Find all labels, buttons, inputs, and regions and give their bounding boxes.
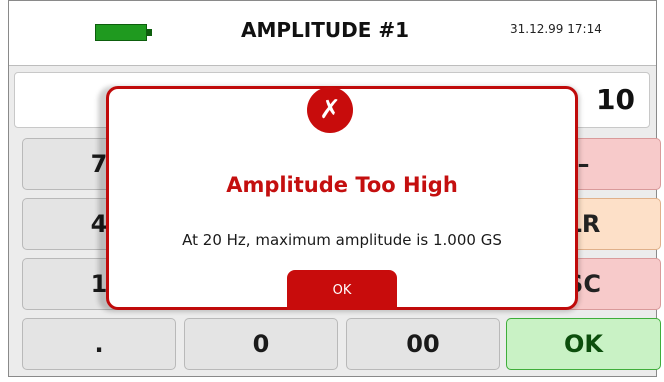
page-title: AMPLITUDE #1 — [240, 18, 409, 42]
error-x-icon: ✗ — [307, 87, 353, 133]
dialog-ok-button[interactable]: OK — [287, 270, 397, 310]
datetime: 31.12.99 17:14 — [510, 22, 602, 36]
dialog-message: At 20 Hz, maximum amplitude is 1.000 GS — [182, 231, 502, 249]
key-0[interactable]: 0 — [184, 318, 338, 370]
key-00[interactable]: 00 — [346, 318, 500, 370]
dialog-title: Amplitude Too High — [226, 173, 458, 197]
key-ok[interactable]: OK — [506, 318, 661, 370]
key-dot[interactable]: . — [22, 318, 176, 370]
display-value: 10 — [596, 83, 635, 116]
battery-icon — [95, 24, 147, 41]
battery-tip-icon — [147, 29, 152, 36]
